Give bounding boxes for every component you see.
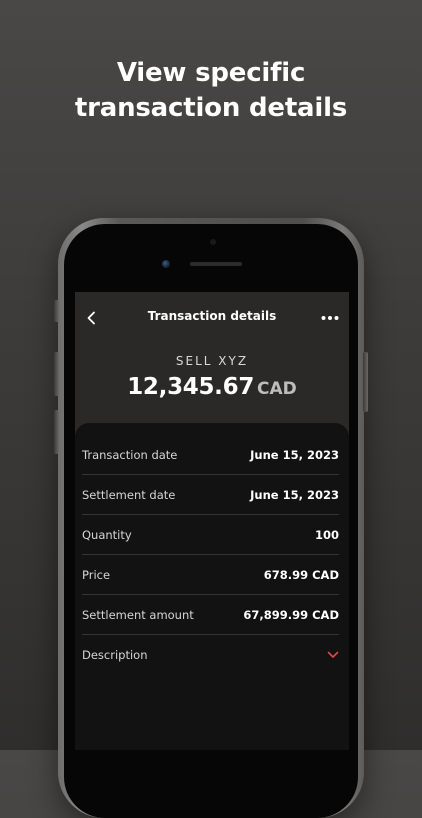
detail-label: Quantity	[82, 527, 132, 542]
power-button	[363, 352, 368, 412]
front-camera	[162, 260, 170, 268]
chevron-down-icon	[327, 651, 339, 659]
detail-row-settlement-date: Settlement date June 15, 2023	[82, 475, 339, 515]
detail-value: 67,899.99 CAD	[243, 607, 339, 622]
details-card: Transaction date June 15, 2023 Settlemen…	[75, 423, 349, 750]
headline-line-2: transaction details	[74, 93, 348, 123]
back-button[interactable]	[79, 305, 105, 331]
detail-label: Settlement date	[82, 487, 176, 502]
app-screen: Transaction details SELL XYZ 12,345.67 CA…	[75, 292, 349, 750]
transaction-type-label: SELL XYZ	[175, 354, 249, 368]
detail-row-settlement-amount: Settlement amount 67,899.99 CAD	[82, 595, 339, 635]
detail-label: Transaction date	[82, 447, 178, 462]
volume-down-button	[54, 410, 59, 454]
detail-label: Settlement amount	[82, 607, 194, 622]
more-options-button[interactable]	[317, 305, 343, 331]
details-list: Transaction date June 15, 2023 Settlemen…	[82, 435, 339, 674]
detail-value: 100	[314, 527, 339, 542]
description-expander[interactable]: Description	[82, 635, 339, 674]
more-horizontal-icon	[321, 316, 339, 320]
headline-line-1: View specific	[116, 58, 306, 88]
detail-row-quantity: Quantity 100	[82, 515, 339, 555]
earpiece-speaker	[190, 262, 242, 266]
transaction-amount: 12,345.67 CAD	[75, 374, 349, 400]
detail-value: 678.99 CAD	[263, 567, 339, 582]
detail-value: June 15, 2023	[250, 447, 339, 462]
detail-row-transaction-date: Transaction date June 15, 2023	[82, 435, 339, 475]
chevron-left-icon	[87, 311, 95, 325]
page-title: Transaction details	[147, 309, 277, 323]
front-sensor	[210, 239, 216, 245]
nav-bar: Transaction details	[75, 292, 349, 344]
mute-switch	[54, 300, 59, 322]
detail-row-price: Price 678.99 CAD	[82, 555, 339, 595]
detail-value: June 15, 2023	[250, 487, 339, 502]
detail-label: Price	[82, 567, 111, 582]
amount-currency: CAD	[257, 379, 297, 399]
marketing-headline: View specific transaction details	[0, 56, 422, 126]
detail-label: Description	[82, 647, 148, 662]
volume-up-button	[54, 352, 59, 396]
amount-value: 12,345.67	[127, 374, 255, 400]
